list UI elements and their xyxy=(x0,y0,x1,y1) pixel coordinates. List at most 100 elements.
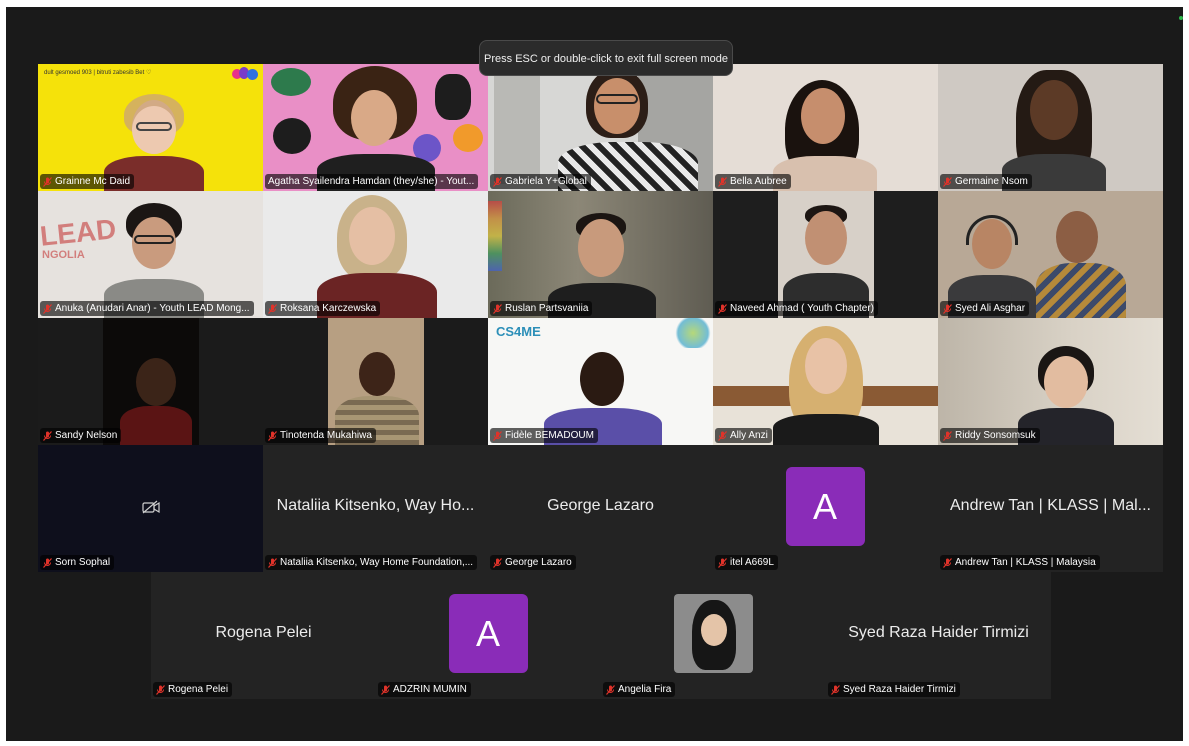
participant-body-2 xyxy=(1036,263,1126,318)
participant-body xyxy=(773,414,879,445)
video-tile[interactable]: Tinotenda Mukahiwa xyxy=(263,318,488,445)
bg-shape xyxy=(453,124,483,152)
participant-name-tag: Bella Aubree xyxy=(715,174,791,189)
video-tile-camera-off[interactable]: Nataliia Kitsenko, Way Ho... Nataliia Ki… xyxy=(263,445,488,572)
mic-muted-icon xyxy=(156,684,165,695)
participant-face xyxy=(349,207,395,265)
glasses xyxy=(134,235,174,244)
participant-name: Germaine Nsom xyxy=(955,176,1028,187)
bg-shape xyxy=(271,68,311,96)
mic-muted-icon xyxy=(606,684,615,695)
participant-display-name: George Lazaro xyxy=(547,497,654,514)
participant-name-tag: Syed Raza Haider Tirmizi xyxy=(828,682,960,697)
video-tile[interactable]: Bella Aubree xyxy=(713,64,938,191)
participant-face xyxy=(1044,356,1088,408)
mic-muted-icon xyxy=(943,430,952,441)
participant-name: Grainne Mc Daid xyxy=(55,176,131,187)
participant-name: Sandy Nelson xyxy=(55,430,118,441)
video-tile-camera-off[interactable]: Angelia Fira xyxy=(601,572,826,699)
meeting-window: Press ESC or double-click to exit full s… xyxy=(6,7,1183,741)
participant-avatar: A xyxy=(785,467,865,546)
mic-muted-icon xyxy=(493,303,502,314)
participant-face xyxy=(594,78,640,134)
participant-name: Agatha Syailendra Hamdan (they/she) - Yo… xyxy=(268,176,475,187)
video-tile-camera-off[interactable]: Syed Raza Haider Tirmizi Syed Raza Haide… xyxy=(826,572,1051,699)
participant-face-2 xyxy=(1056,211,1098,263)
mic-muted-icon xyxy=(493,430,502,441)
participant-name: Syed Ali Asghar xyxy=(955,303,1026,314)
participant-name: Syed Raza Haider Tirmizi xyxy=(843,684,956,695)
participant-name: Fidèle BEMADOUM xyxy=(505,430,594,441)
participant-name-tag: Riddy Sonsomsuk xyxy=(940,428,1040,443)
participant-avatar: A xyxy=(448,594,528,673)
video-tile[interactable]: Germaine Nsom xyxy=(938,64,1163,191)
participant-name: Ally Anzi xyxy=(730,430,768,441)
participant-display-name: Andrew Tan | KLASS | Mal... xyxy=(950,497,1151,514)
mic-muted-icon xyxy=(493,176,502,187)
background-wall-text: NGOLIA xyxy=(42,249,85,261)
participant-name: Angelia Fira xyxy=(618,684,672,695)
participant-name-tag: Sorn Sophal xyxy=(40,555,115,570)
participant-face xyxy=(136,358,176,406)
mic-muted-icon xyxy=(943,176,952,187)
participant-name-tag: Syed Ali Asghar xyxy=(940,301,1030,316)
video-tile-camera-off[interactable]: Andrew Tan | KLASS | Mal... Andrew Tan |… xyxy=(938,445,1163,572)
participant-name: Nataliia Kitsenko, Way Home Foundation,.… xyxy=(280,557,474,568)
mic-muted-icon xyxy=(493,557,502,568)
participant-name: Ruslan Partsvaniia xyxy=(505,303,589,314)
participant-body xyxy=(120,406,192,445)
video-tile[interactable]: LEAD NGOLIA Anuka (Anudari Anar) - Youth… xyxy=(38,191,263,318)
bg-decoration xyxy=(673,318,713,348)
video-tile[interactable]: Ruslan Partsvaniia xyxy=(488,191,713,318)
participant-display-name: Syed Raza Haider Tirmizi xyxy=(848,624,1029,641)
participant-name: Roksana Karczewska xyxy=(280,303,377,314)
mic-muted-icon xyxy=(831,684,840,695)
fullscreen-exit-toast: Press ESC or double-click to exit full s… xyxy=(479,40,733,76)
mic-muted-icon xyxy=(718,176,727,187)
video-tile[interactable]: Roksana Karczewska xyxy=(263,191,488,318)
participant-name: Tinotenda Mukahiwa xyxy=(280,430,372,441)
video-tile-camera-off[interactable]: Sorn Sophal xyxy=(38,445,263,572)
participant-profile-photo xyxy=(673,594,753,673)
glasses xyxy=(136,122,172,131)
participant-name-tag: ADZRIN MUMIN xyxy=(378,682,471,697)
participant-name: Bella Aubree xyxy=(730,176,787,187)
video-tile-camera-off[interactable]: A itel A669L xyxy=(713,445,938,572)
video-tile[interactable]: CS4ME Fidèle BEMADOUM xyxy=(488,318,713,445)
participant-name-tag: itel A669L xyxy=(715,555,778,570)
video-tile-active-speaker[interactable]: Agatha Syailendra Hamdan (they/she) - Yo… xyxy=(263,64,488,191)
participant-name: itel A669L xyxy=(730,557,774,568)
participant-face xyxy=(359,352,395,396)
background-logo: CS4ME xyxy=(496,324,541,339)
video-tile[interactable]: dult gesmoed 903 | bitruti zabesib Bet ♡… xyxy=(38,64,263,191)
participant-name-tag: Sandy Nelson xyxy=(40,428,122,443)
participant-name-tag: Roksana Karczewska xyxy=(265,301,381,316)
video-tile-camera-off[interactable]: A ADZRIN MUMIN xyxy=(376,572,601,699)
bg-shape xyxy=(273,118,311,154)
video-tile[interactable]: Ally Anzi xyxy=(713,318,938,445)
glasses xyxy=(596,94,638,104)
participant-face xyxy=(801,88,845,144)
participant-name: George Lazaro xyxy=(505,557,572,568)
video-tile[interactable]: Riddy Sonsomsuk xyxy=(938,318,1163,445)
background-banner-text: dult gesmoed 903 | bitruti zabesib Bet ♡ xyxy=(44,70,152,76)
video-tile-camera-off[interactable]: George Lazaro George Lazaro xyxy=(488,445,713,572)
mic-muted-icon xyxy=(43,176,52,187)
bg-shape xyxy=(435,74,471,120)
video-tile[interactable]: Naveed Ahmad ( Youth Chapter) xyxy=(713,191,938,318)
video-tile-camera-off[interactable]: Rogena Pelei Rogena Pelei xyxy=(151,572,376,699)
participant-name-tag: Grainne Mc Daid xyxy=(40,174,135,189)
participant-name-tag: Fidèle BEMADOUM xyxy=(490,428,598,443)
video-tile[interactable]: Syed Ali Asghar xyxy=(938,191,1163,318)
participant-display-name: Rogena Pelei xyxy=(215,624,312,641)
mic-muted-icon xyxy=(718,430,727,441)
video-tile[interactable]: Gabriela Y+Global xyxy=(488,64,713,191)
participant-name-tag: Rogena Pelei xyxy=(153,682,233,697)
participant-name-tag: Andrew Tan | KLASS | Malaysia xyxy=(940,555,1100,570)
video-tile[interactable]: Sandy Nelson xyxy=(38,318,263,445)
mic-muted-icon xyxy=(43,430,52,441)
participant-face xyxy=(580,352,624,406)
participant-name-tag: George Lazaro xyxy=(490,555,576,570)
mic-muted-icon xyxy=(943,557,952,568)
mic-muted-icon xyxy=(718,303,727,314)
